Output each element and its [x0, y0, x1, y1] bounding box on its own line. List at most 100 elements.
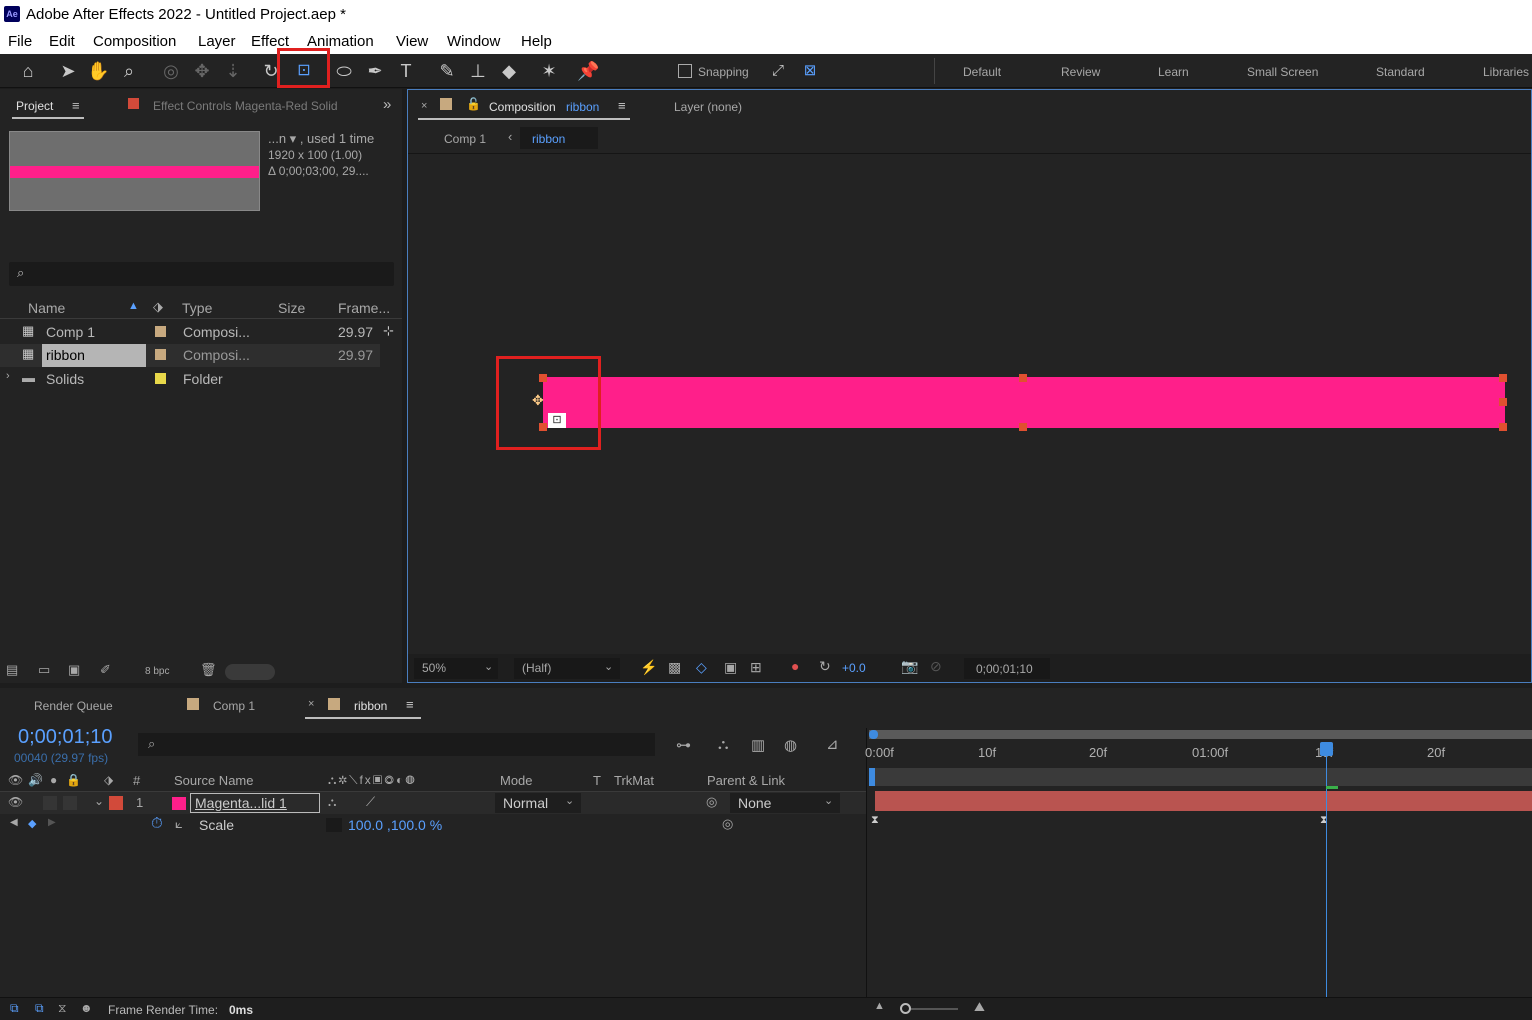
layer-row[interactable]: 👁 ⌄ 1 Magenta...lid 1 ⛬ ⟋ Normal ⌄ ◎ Non… — [0, 792, 866, 814]
motion-blur-icon[interactable]: ◍ — [784, 736, 797, 754]
channel-icon[interactable]: ● — [791, 658, 799, 674]
draft-3d-icon[interactable]: ⛬ — [718, 736, 729, 753]
expand-chevron-icon[interactable]: ⌄ — [94, 794, 104, 808]
tab-render-queue[interactable]: Render Queue — [34, 699, 113, 713]
thumbnail-size-slider[interactable] — [225, 664, 275, 680]
project-search-input[interactable]: ⌕ — [9, 262, 394, 286]
col-trkmat[interactable]: TrkMat — [614, 773, 654, 788]
resolution-select[interactable]: (Half) ⌄ — [514, 658, 620, 679]
more-panels-icon[interactable]: » — [383, 96, 391, 113]
timeline-graph-area[interactable]: 0:00f 10f 20f 01:00f 10f 20f ⧗ ⧗ — [865, 728, 1532, 997]
audio-toggle[interactable] — [43, 796, 57, 810]
close-tab-icon[interactable]: × — [308, 698, 314, 710]
composition-viewer[interactable]: ✥ ⊡ — [408, 155, 1531, 653]
fast-previews-icon[interactable]: ⚡ — [640, 659, 657, 676]
col-name[interactable]: Name — [28, 300, 65, 316]
prev-keyframe-icon[interactable]: ◀ — [10, 817, 18, 828]
menu-help[interactable]: Help — [521, 33, 552, 50]
clone-stamp-icon[interactable]: ⊥ — [467, 60, 489, 82]
scale-property-row[interactable]: ◀ ◆ ▶ ⏱ ⟀ Scale 100.0 ,100.0 % ◎ — [0, 814, 866, 836]
dolly-camera-icon[interactable]: ⇣ — [222, 60, 244, 82]
col-parent[interactable]: Parent & Link — [707, 773, 785, 788]
region-of-interest-icon[interactable]: ▣ — [724, 659, 737, 676]
col-frame[interactable]: Frame... — [338, 300, 390, 316]
type-tool-icon[interactable]: T — [395, 60, 417, 82]
graph-editor-icon[interactable]: ⊿ — [826, 735, 839, 753]
menu-edit[interactable]: Edit — [49, 33, 75, 50]
parent-select[interactable]: None ⌄ — [730, 793, 840, 813]
pan-camera-icon[interactable]: ✥ — [191, 60, 213, 82]
work-area-bar[interactable] — [869, 730, 1532, 739]
timeline-search-input[interactable]: ⌕ — [138, 733, 655, 756]
add-keyframe-icon[interactable]: ◆ — [28, 817, 36, 830]
transparency-grid-icon[interactable]: ▩ — [668, 659, 681, 676]
in-out-icon[interactable]: ⧖ — [58, 1001, 66, 1016]
snapshot-icon[interactable]: 📷 — [901, 658, 918, 675]
workspace-small-screen[interactable]: Small Screen — [1247, 65, 1318, 79]
label-tag-icon[interactable]: ⬗ — [153, 299, 163, 315]
shy-switch-icon[interactable]: ⛬ — [328, 795, 336, 810]
lock-icon[interactable]: 🔓 — [466, 97, 481, 111]
col-source-name[interactable]: Source Name — [174, 773, 253, 788]
comp-flowchart-icon[interactable]: ⊶ — [676, 736, 691, 754]
stopwatch-icon[interactable]: ⏱ — [151, 815, 163, 832]
interpret-footage-icon[interactable]: ▤ — [6, 662, 18, 678]
project-row-ribbon[interactable]: ▦ ribbon Composi... 29.97 — [0, 344, 380, 367]
project-row-solids[interactable]: › ▬ Solids Folder — [0, 368, 402, 391]
transform-handle[interactable] — [1499, 374, 1507, 382]
snapping-checkbox[interactable] — [678, 64, 692, 78]
eraser-tool-icon[interactable]: ◆ — [498, 60, 520, 82]
reset-exposure-icon[interactable]: ↻ — [819, 658, 831, 675]
breadcrumb-comp1[interactable]: Comp 1 — [444, 132, 486, 146]
col-type[interactable]: Type — [182, 300, 212, 316]
trash-icon[interactable]: 🗑 — [200, 662, 217, 678]
exposure-value[interactable]: +0.0 — [842, 661, 866, 675]
home-icon[interactable]: ⌂ — [17, 60, 39, 82]
col-size[interactable]: Size — [278, 300, 305, 316]
transfer-controls-icon[interactable]: ⧉ — [35, 1001, 44, 1016]
blend-mode-select[interactable]: Normal ⌄ — [495, 793, 581, 813]
solo-toggle[interactable] — [63, 796, 77, 810]
mask-visibility-icon[interactable]: ◇ — [696, 659, 707, 676]
zoom-slider-track[interactable] — [903, 1008, 958, 1010]
close-tab-icon[interactable]: × — [421, 100, 427, 112]
panel-menu-icon[interactable]: ≡ — [406, 697, 414, 712]
col-mode[interactable]: Mode — [500, 773, 533, 788]
render-time-icon[interactable]: ☻ — [80, 1001, 93, 1015]
constrain-proportions-toggle[interactable] — [326, 818, 342, 832]
show-snapshot-icon[interactable]: ⊘ — [930, 658, 942, 675]
graph-icon[interactable]: ⟀ — [175, 816, 183, 832]
layer-label-color[interactable] — [109, 796, 123, 810]
label-color-swatch[interactable] — [155, 373, 166, 384]
snap-features-icon[interactable]: ⊠ — [799, 60, 821, 82]
magenta-solid-layer[interactable] — [543, 377, 1505, 428]
playhead-handle[interactable] — [1320, 742, 1333, 756]
zoom-tool-icon[interactable]: ⌕ — [118, 60, 140, 82]
zoom-slider-thumb[interactable] — [900, 1003, 911, 1014]
tab-comp-name[interactable]: ribbon — [566, 100, 599, 114]
orbit-camera-icon[interactable]: ◎ — [160, 60, 182, 82]
workspace-default[interactable]: Default — [963, 65, 1001, 79]
flowchart-icon[interactable]: ⊹ — [383, 323, 394, 339]
menu-file[interactable]: File — [8, 33, 32, 50]
tab-comp1[interactable]: Comp 1 — [213, 699, 255, 713]
layer-switches-icon[interactable]: ⧉ — [10, 1001, 19, 1016]
current-time[interactable]: 0;00;01;10 — [18, 726, 113, 749]
pickwhip-icon[interactable]: ◎ — [706, 794, 717, 810]
zoom-out-icon[interactable]: ▲ — [874, 1000, 885, 1012]
pickwhip-icon[interactable]: ◎ — [722, 816, 733, 832]
menu-composition[interactable]: Composition — [93, 33, 176, 50]
transform-handle[interactable] — [1499, 423, 1507, 431]
panel-menu-icon[interactable]: ≡ — [618, 98, 626, 113]
pen-tool-icon[interactable]: ✒ — [364, 60, 386, 82]
brush-tool-icon[interactable]: ✎ — [436, 60, 458, 82]
selection-tool-icon[interactable]: ➤ — [57, 60, 79, 82]
tab-effect-controls[interactable]: Effect Controls Magenta-Red Solid — [153, 99, 338, 113]
work-area-start-handle[interactable] — [869, 730, 878, 739]
workspace-learn[interactable]: Learn — [1158, 65, 1189, 79]
label-color-swatch[interactable] — [155, 349, 166, 360]
workspace-review[interactable]: Review — [1061, 65, 1100, 79]
property-value[interactable]: 100.0 ,100.0 % — [348, 817, 442, 833]
visibility-eye-icon[interactable]: 👁 — [8, 795, 23, 809]
project-settings-icon[interactable]: ✐ — [100, 662, 111, 678]
